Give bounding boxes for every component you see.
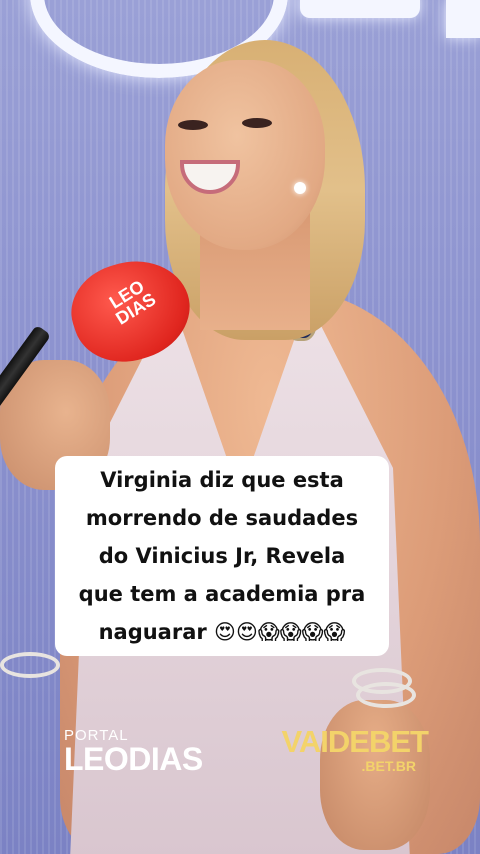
caption-text: Virginia diz que esta morrendo de saudad… xyxy=(78,468,366,644)
backdrop-logo-shape xyxy=(446,0,480,38)
vaidebet-watermark: VAIDEBET .BET.BR xyxy=(268,724,429,775)
eye xyxy=(178,120,208,130)
backdrop-logo-shape xyxy=(300,0,420,18)
portal-leodias-watermark: PORTAL LEODIAS xyxy=(64,728,203,775)
vaidebet-domain-text: .BET.BR xyxy=(361,758,416,774)
bracelet xyxy=(356,682,416,708)
bracelet xyxy=(0,652,60,678)
earring xyxy=(294,182,306,194)
eye xyxy=(242,118,272,128)
caption-card: Virginia diz que esta morrendo de saudad… xyxy=(55,456,389,656)
vaidebet-logo-text: VAIDEBET xyxy=(281,724,429,759)
person-hand xyxy=(320,700,430,850)
watermark-leodias-label: LEODIAS xyxy=(64,741,203,777)
person-face xyxy=(165,60,325,250)
